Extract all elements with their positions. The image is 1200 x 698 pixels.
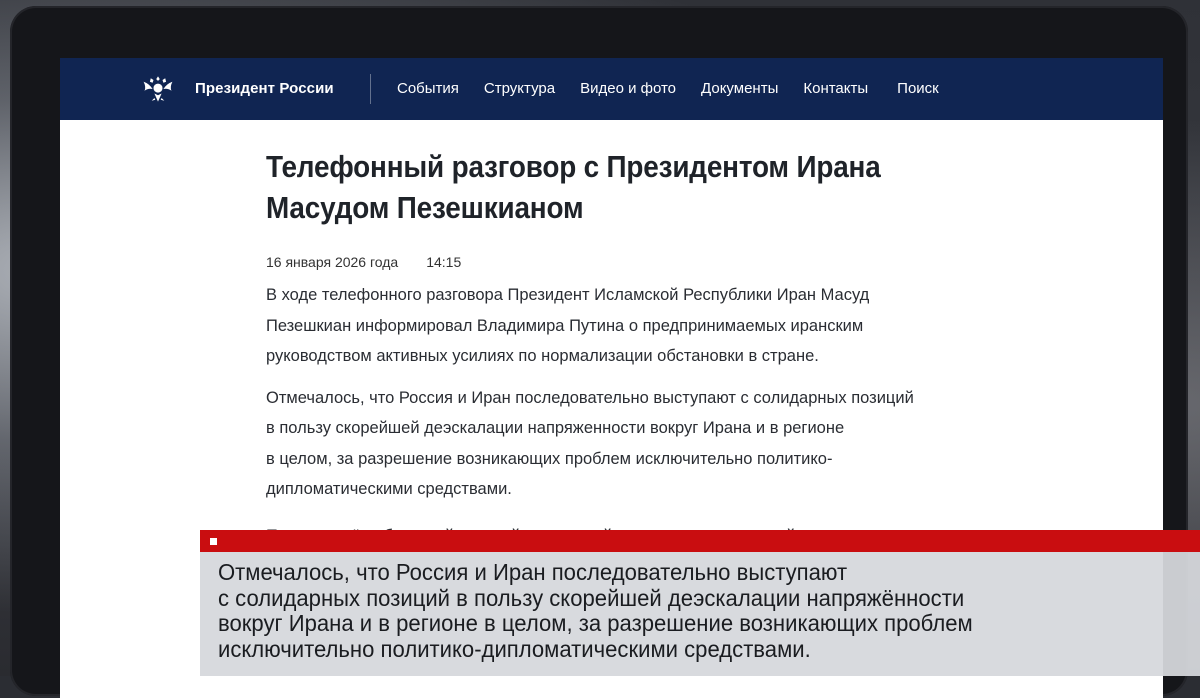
caption-marker-icon [210,538,217,545]
double-headed-eagle-icon[interactable] [140,71,176,107]
article-time: 14:15 [426,254,462,270]
nav-item-documents[interactable]: Документы [701,80,778,97]
nav-item-video-photo[interactable]: Видео и фото [580,80,676,97]
article-meta: 16 января 2026 года 14:15 [266,254,1086,270]
article-title-line: Телефонный разговор с Президентом Ирана [266,149,881,184]
main-nav: События Структура Видео и фото Документы… [397,80,939,97]
paragraph-line: руководством активных усилиях по нормали… [266,347,819,365]
paragraph-line: Отмечалось, что Россия и Иран последоват… [266,388,914,407]
site-header: Президент России События Структура Видео… [60,58,1163,120]
caption-text: Отмечалось, что Россия и Иран последоват… [218,559,1141,662]
site-brand[interactable]: Президент России [195,80,334,97]
paragraph-line: В ходе телефонного разговора Президент И… [266,286,870,304]
nav-item-contacts[interactable]: Контакты [803,80,868,97]
article-title: Телефонный разговор с Президентом Ирана … [266,146,1004,228]
caption-line: Отмечалось, что Россия и Иран последоват… [218,559,848,585]
paragraph-line: Пезешкиан информировал Владимира Путина … [266,316,864,335]
nav-search-link[interactable]: Поиск [897,80,939,97]
article-date: 16 января 2026 года [266,254,399,270]
nav-item-structure[interactable]: Структура [484,80,555,97]
paragraph-line: в целом, за разрешение возникающих пробл… [266,449,833,468]
article-paragraph: Отмечалось, что Россия и Иран последоват… [266,383,1086,505]
nav-divider [370,74,371,104]
caption-line: с солидарных позиций в пользу скорейшей … [218,584,965,611]
news-caption: Отмечалось, что Россия и Иран последоват… [200,530,1200,676]
article-title-line: Масудом Пезешкианом [266,190,584,225]
caption-line: вокруг Ирана и в регионе в целом, за раз… [218,610,973,636]
caption-line: исключительно политико-дипломатическими … [218,635,811,662]
article: Телефонный разговор с Президентом Ирана … [266,146,1086,551]
caption-box: Отмечалось, что Россия и Иран последоват… [200,552,1200,676]
caption-red-bar [200,530,1200,552]
paragraph-line: дипломатическими средствами. [266,480,512,498]
article-paragraph: В ходе телефонного разговора Президент И… [266,280,1086,372]
nav-item-events[interactable]: События [397,80,459,97]
paragraph-line: в пользу скорейшей деэскалации напряженн… [266,419,845,437]
